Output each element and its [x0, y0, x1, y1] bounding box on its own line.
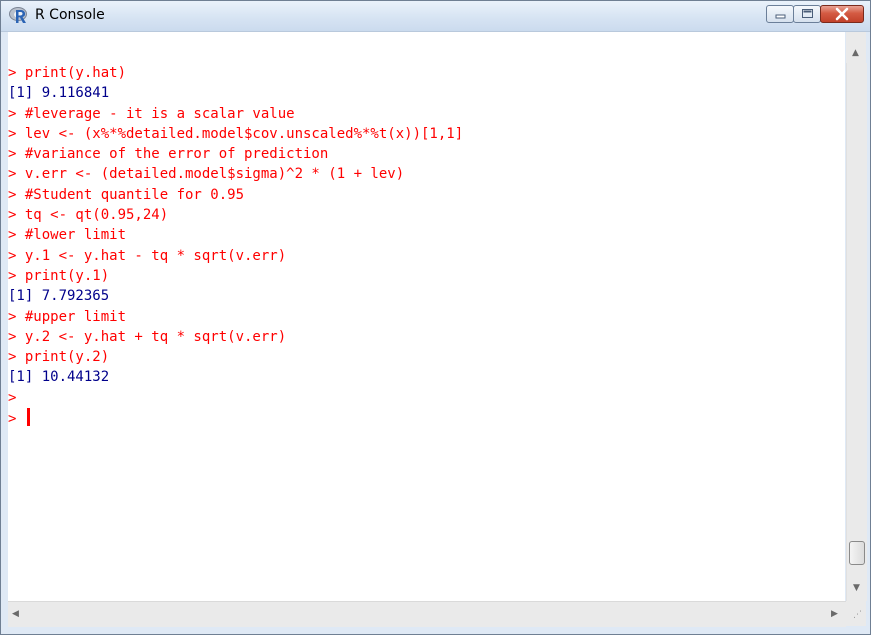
resize-corner[interactable]: ⋰	[846, 601, 866, 626]
r-logo-icon	[9, 7, 27, 23]
r-console-window: R Console ▲ > print(y.hat) [1] 9.116841 …	[0, 0, 871, 635]
console-command-line: > #lower limit	[8, 227, 127, 244]
scroll-up-icon[interactable]: ▲	[852, 48, 859, 58]
console-output-line: [1] 10.44132	[8, 369, 110, 386]
console-output-line: [1] 9.116841	[8, 85, 110, 102]
title-bar[interactable]: R Console	[1, 1, 870, 32]
console-command-line: > #upper limit	[8, 308, 127, 325]
console-command-line: > y.2 <- y.hat + tq * sqrt(v.err)	[8, 328, 287, 345]
console-command-line: > y.1 <- y.hat - tq * sqrt(v.err)	[8, 247, 287, 264]
text-cursor	[26, 408, 30, 427]
scroll-down-icon[interactable]: ▼	[853, 583, 860, 593]
console-output-line: [1] 7.792365	[8, 288, 110, 305]
scrollbar-track-top: ▲	[846, 32, 866, 63]
vertical-scroll-thumb[interactable]	[849, 541, 865, 565]
window-controls	[766, 5, 864, 25]
scroll-right-icon[interactable]: ▶	[831, 609, 838, 619]
resize-grip-icon[interactable]: ⋰	[853, 610, 862, 620]
close-button[interactable]	[820, 5, 864, 23]
console-command-line: > tq <- qt(0.95,24)	[8, 207, 169, 224]
console-command-line: > #variance of the error of prediction	[8, 146, 329, 163]
console-command-line: > #Student quantile for 0.95	[8, 186, 245, 203]
scroll-left-icon[interactable]: ◀	[12, 609, 19, 619]
console-padding	[8, 32, 845, 63]
maximize-icon	[802, 9, 813, 18]
minimize-icon	[775, 14, 786, 19]
close-icon	[835, 7, 849, 21]
maximize-button[interactable]	[793, 5, 821, 23]
console-output[interactable]: > print(y.hat) [1] 9.116841 > #leverage - …	[8, 63, 845, 601]
vertical-scrollbar[interactable]: ▼	[846, 63, 867, 601]
console-prompt: >	[8, 411, 17, 428]
console-command-line: > print(y.2)	[8, 349, 110, 366]
console-command-line: >	[8, 389, 17, 406]
console-command-line: > print(y.1)	[8, 267, 110, 284]
console-command-line: > v.err <- (detailed.model$sigma)^2 * (1…	[8, 166, 405, 183]
console-command-line: > #leverage - it is a scalar value	[8, 105, 295, 122]
console-input-line[interactable]: >	[8, 408, 463, 428]
console-command-line: > print(y.hat)	[8, 65, 127, 81]
console-command-line: > lev <- (x%*%detailed.model$cov.unscale…	[8, 125, 464, 142]
horizontal-scrollbar[interactable]: ◀ ▶	[8, 601, 846, 627]
minimize-button[interactable]	[766, 5, 794, 23]
window-title: R Console	[35, 7, 105, 23]
console-lines: > print(y.hat) [1] 9.116841 > #leverage - …	[8, 63, 463, 428]
